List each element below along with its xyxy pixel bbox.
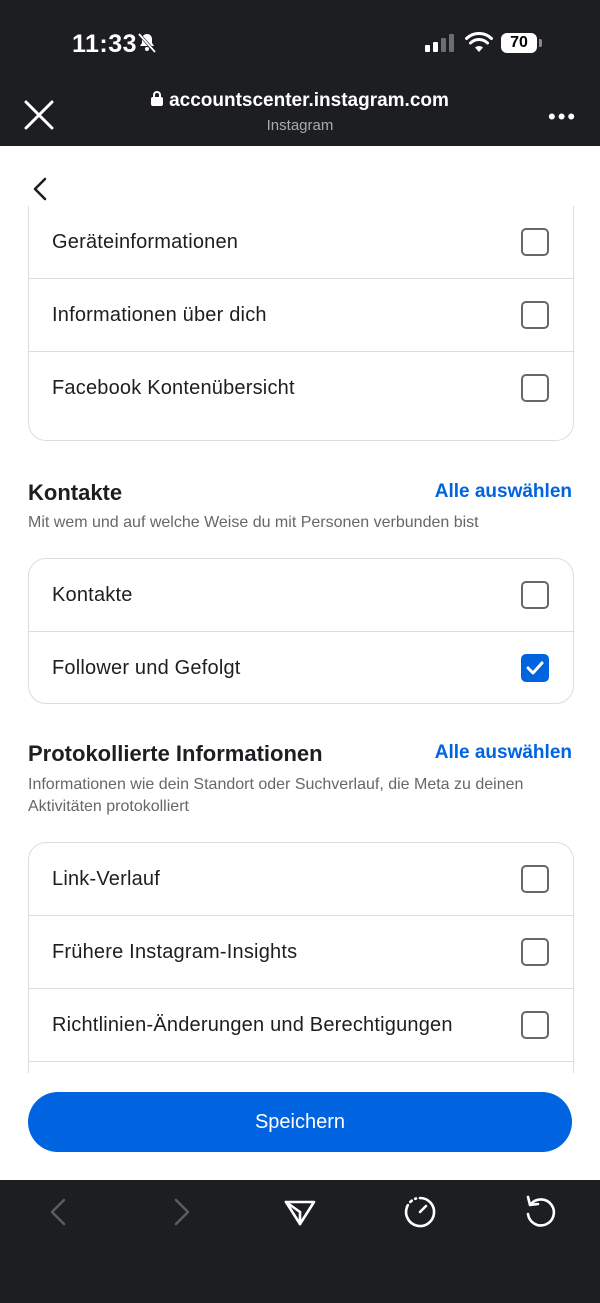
option-label: Kontakte bbox=[52, 584, 133, 606]
checkbox[interactable] bbox=[521, 938, 549, 966]
option-label: Follower und Gefolgt bbox=[52, 657, 241, 679]
option-row-link-history[interactable]: Link-Verlauf bbox=[29, 843, 573, 916]
bell-muted-icon bbox=[136, 32, 158, 59]
battery-level: 70 bbox=[501, 33, 537, 53]
forward-nav-icon[interactable] bbox=[162, 1194, 198, 1230]
back-nav-icon[interactable] bbox=[42, 1194, 78, 1230]
main-content: Geräteinformationen Informationen über d… bbox=[0, 146, 600, 1180]
reload-icon[interactable] bbox=[522, 1194, 558, 1230]
option-label: Informationen über dich bbox=[52, 304, 267, 326]
option-label: Link-Verlauf bbox=[52, 868, 161, 890]
section-title-contacts: Kontakte bbox=[28, 480, 123, 505]
cellular-signal-icon bbox=[425, 34, 457, 57]
section-title-logged-info: Protokollierte Informationen bbox=[28, 741, 323, 766]
checkbox[interactable] bbox=[521, 301, 549, 329]
checkbox-checked[interactable] bbox=[521, 654, 549, 682]
section-description-contacts: Mit wem und auf welche Weise du mit Pers… bbox=[28, 514, 479, 531]
option-row-insights[interactable]: Frühere Instagram-Insights bbox=[29, 916, 573, 989]
section-description-logged: Informationen wie dein Standort oder Suc… bbox=[28, 776, 524, 815]
status-bar: 11:33 70 bbox=[0, 0, 600, 88]
select-all-contacts-link[interactable]: Alle auswählen bbox=[435, 481, 572, 503]
select-all-logged-link[interactable]: Alle auswählen bbox=[435, 742, 572, 764]
wifi-icon bbox=[465, 31, 493, 59]
browser-header: accountscenter.instagram.com Instagram •… bbox=[0, 88, 600, 146]
browser-toolbar bbox=[0, 1180, 600, 1303]
more-options-icon[interactable]: ••• bbox=[548, 104, 577, 130]
logged-info-card: Link-Verlauf Frühere Instagram-Insights … bbox=[28, 842, 574, 1073]
option-label: Frühere Instagram-Insights bbox=[52, 941, 298, 963]
info-card: Geräteinformationen Informationen über d… bbox=[28, 206, 574, 441]
contacts-card: Kontakte Follower und Gefolgt bbox=[28, 558, 574, 704]
lock-icon bbox=[151, 90, 164, 112]
battery-icon bbox=[539, 39, 542, 47]
loading-timer-icon[interactable] bbox=[402, 1194, 438, 1230]
checkbox[interactable] bbox=[521, 581, 549, 609]
option-row-facebook-accounts[interactable]: Facebook Kontenübersicht bbox=[29, 352, 573, 424]
option-label: Geräteinformationen bbox=[52, 231, 239, 253]
option-row-about-you[interactable]: Informationen über dich bbox=[29, 279, 573, 352]
option-label: Richtlinien-Änderungen und Berechtigunge… bbox=[52, 1014, 453, 1036]
option-label: Facebook Kontenübersicht bbox=[52, 377, 295, 399]
save-button[interactable]: Speichern bbox=[28, 1092, 572, 1152]
option-row-contacts[interactable]: Kontakte bbox=[29, 559, 573, 632]
checkbox[interactable] bbox=[521, 374, 549, 402]
share-send-icon[interactable] bbox=[282, 1194, 318, 1230]
checkbox[interactable] bbox=[521, 228, 549, 256]
checkbox[interactable] bbox=[521, 865, 549, 893]
url-text: accountscenter.instagram.com bbox=[169, 90, 449, 112]
option-row-policy-changes[interactable]: Richtlinien-Änderungen und Berechtigunge… bbox=[29, 989, 573, 1062]
checkbox[interactable] bbox=[521, 1011, 549, 1039]
url-display[interactable]: accountscenter.instagram.com bbox=[0, 90, 600, 112]
option-row-followers[interactable]: Follower und Gefolgt bbox=[29, 632, 573, 703]
checkmark-icon bbox=[526, 661, 544, 675]
site-name: Instagram bbox=[266, 117, 334, 134]
back-arrow-icon[interactable] bbox=[26, 174, 56, 204]
option-row-device-info[interactable]: Geräteinformationen bbox=[29, 206, 573, 279]
status-time: 11:33 bbox=[72, 30, 138, 58]
